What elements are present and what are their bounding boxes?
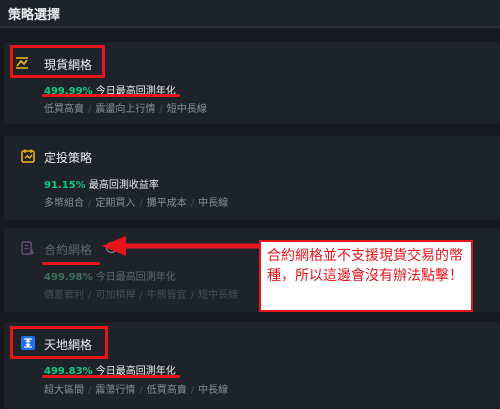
highlight-underline-spot-grid bbox=[42, 94, 180, 97]
strategy-name: 現貨網格 bbox=[44, 58, 93, 72]
tag-separator: / bbox=[190, 290, 195, 301]
strategy-name: 天地網格 bbox=[44, 338, 93, 352]
tag: 價差套利 bbox=[44, 290, 84, 301]
tag-separator: / bbox=[88, 385, 92, 396]
tag: 可加槓桿 bbox=[95, 290, 136, 301]
strategy-stat: 499.98% 今日最高回測年化 bbox=[44, 268, 176, 283]
strategy-metric-label: 最高回測收益率 bbox=[88, 180, 159, 191]
tag-separator: / bbox=[139, 385, 143, 396]
tag-separator: / bbox=[88, 290, 92, 301]
tag: 超大區間 bbox=[44, 385, 84, 396]
strategy-tags: 超大區間 / 震蕩行情 / 低買高賣 / 中長線 bbox=[44, 381, 228, 396]
header-bar: 策略選擇 bbox=[0, 0, 500, 28]
tag: 低買高賣 bbox=[146, 385, 187, 396]
tag-separator: / bbox=[159, 104, 163, 115]
tag: 攤平成本 bbox=[146, 198, 187, 209]
tag-separator: / bbox=[88, 198, 92, 209]
tag-separator: / bbox=[190, 198, 195, 209]
strategy-return: 91.15% bbox=[44, 180, 86, 191]
strategy-tags: 低買高賣 / 震盪向上行情 / 短中長線 bbox=[44, 100, 207, 115]
tag: 短中長線 bbox=[198, 290, 239, 301]
tag-separator: / bbox=[190, 385, 195, 396]
strategy-stat: 91.15% 最高回測收益率 bbox=[44, 176, 159, 191]
strategy-name: 定投策略 bbox=[44, 151, 93, 165]
tag: 定期買入 bbox=[95, 198, 136, 209]
infinity-grid-icon bbox=[21, 336, 35, 350]
tag: 中長線 bbox=[198, 385, 229, 396]
strategy-tags: 價差套利 / 可加槓桿 / 牛熊皆宜 / 短中長線 bbox=[44, 286, 238, 301]
strategy-card-infinity-grid[interactable]: 天地網格 499.83% 今日最高回測年化 超大區間 / 震蕩行情 / 低買高賣 / 中長線 bbox=[4, 322, 500, 409]
highlight-underline-infinity-grid bbox=[42, 375, 180, 378]
annotation-arrow bbox=[102, 236, 260, 256]
tag: 牛熊皆宜 bbox=[146, 290, 187, 301]
page-title: 策略選擇 bbox=[8, 8, 61, 23]
strategy-tags: 多幣組合 / 定期買入 / 攤平成本 / 中長線 bbox=[44, 194, 228, 209]
strategy-return: 499.98% bbox=[44, 272, 93, 283]
strategy-card-dca[interactable]: 定投策略 91.15% 最高回測收益率 多幣組合 / 定期買入 / 攤平成本 / 中長線 bbox=[4, 136, 500, 220]
spot-grid-icon bbox=[16, 57, 28, 69]
tag-separator: / bbox=[139, 290, 143, 301]
futures-grid-icon bbox=[21, 241, 35, 255]
strategy-card-spot-grid[interactable]: 現貨網格 499.99% 今日最高回測年化 低買高賣 / 震盪向上行情 / 短中長線 bbox=[4, 42, 500, 124]
tag-separator: / bbox=[88, 104, 92, 115]
dca-calendar-icon bbox=[21, 149, 35, 163]
tag: 低買高賣 bbox=[44, 104, 84, 115]
strategy-name: 合約網格 bbox=[44, 243, 93, 257]
header-divider bbox=[0, 26, 500, 28]
strategy-metric-label: 今日最高回測年化 bbox=[95, 272, 176, 283]
tag-separator: / bbox=[139, 198, 143, 209]
tag: 震蕩行情 bbox=[95, 385, 136, 396]
tag: 中長線 bbox=[198, 198, 229, 209]
tag: 震盪向上行情 bbox=[95, 104, 156, 115]
annotation-callout: 合約網格並不支援現貨交易的幣種，所以這邊會沒有辦法點擊！ bbox=[259, 240, 473, 312]
tag: 多幣組合 bbox=[44, 198, 84, 209]
highlight-underline-futures-grid bbox=[42, 262, 100, 265]
tag: 短中長線 bbox=[166, 104, 207, 115]
